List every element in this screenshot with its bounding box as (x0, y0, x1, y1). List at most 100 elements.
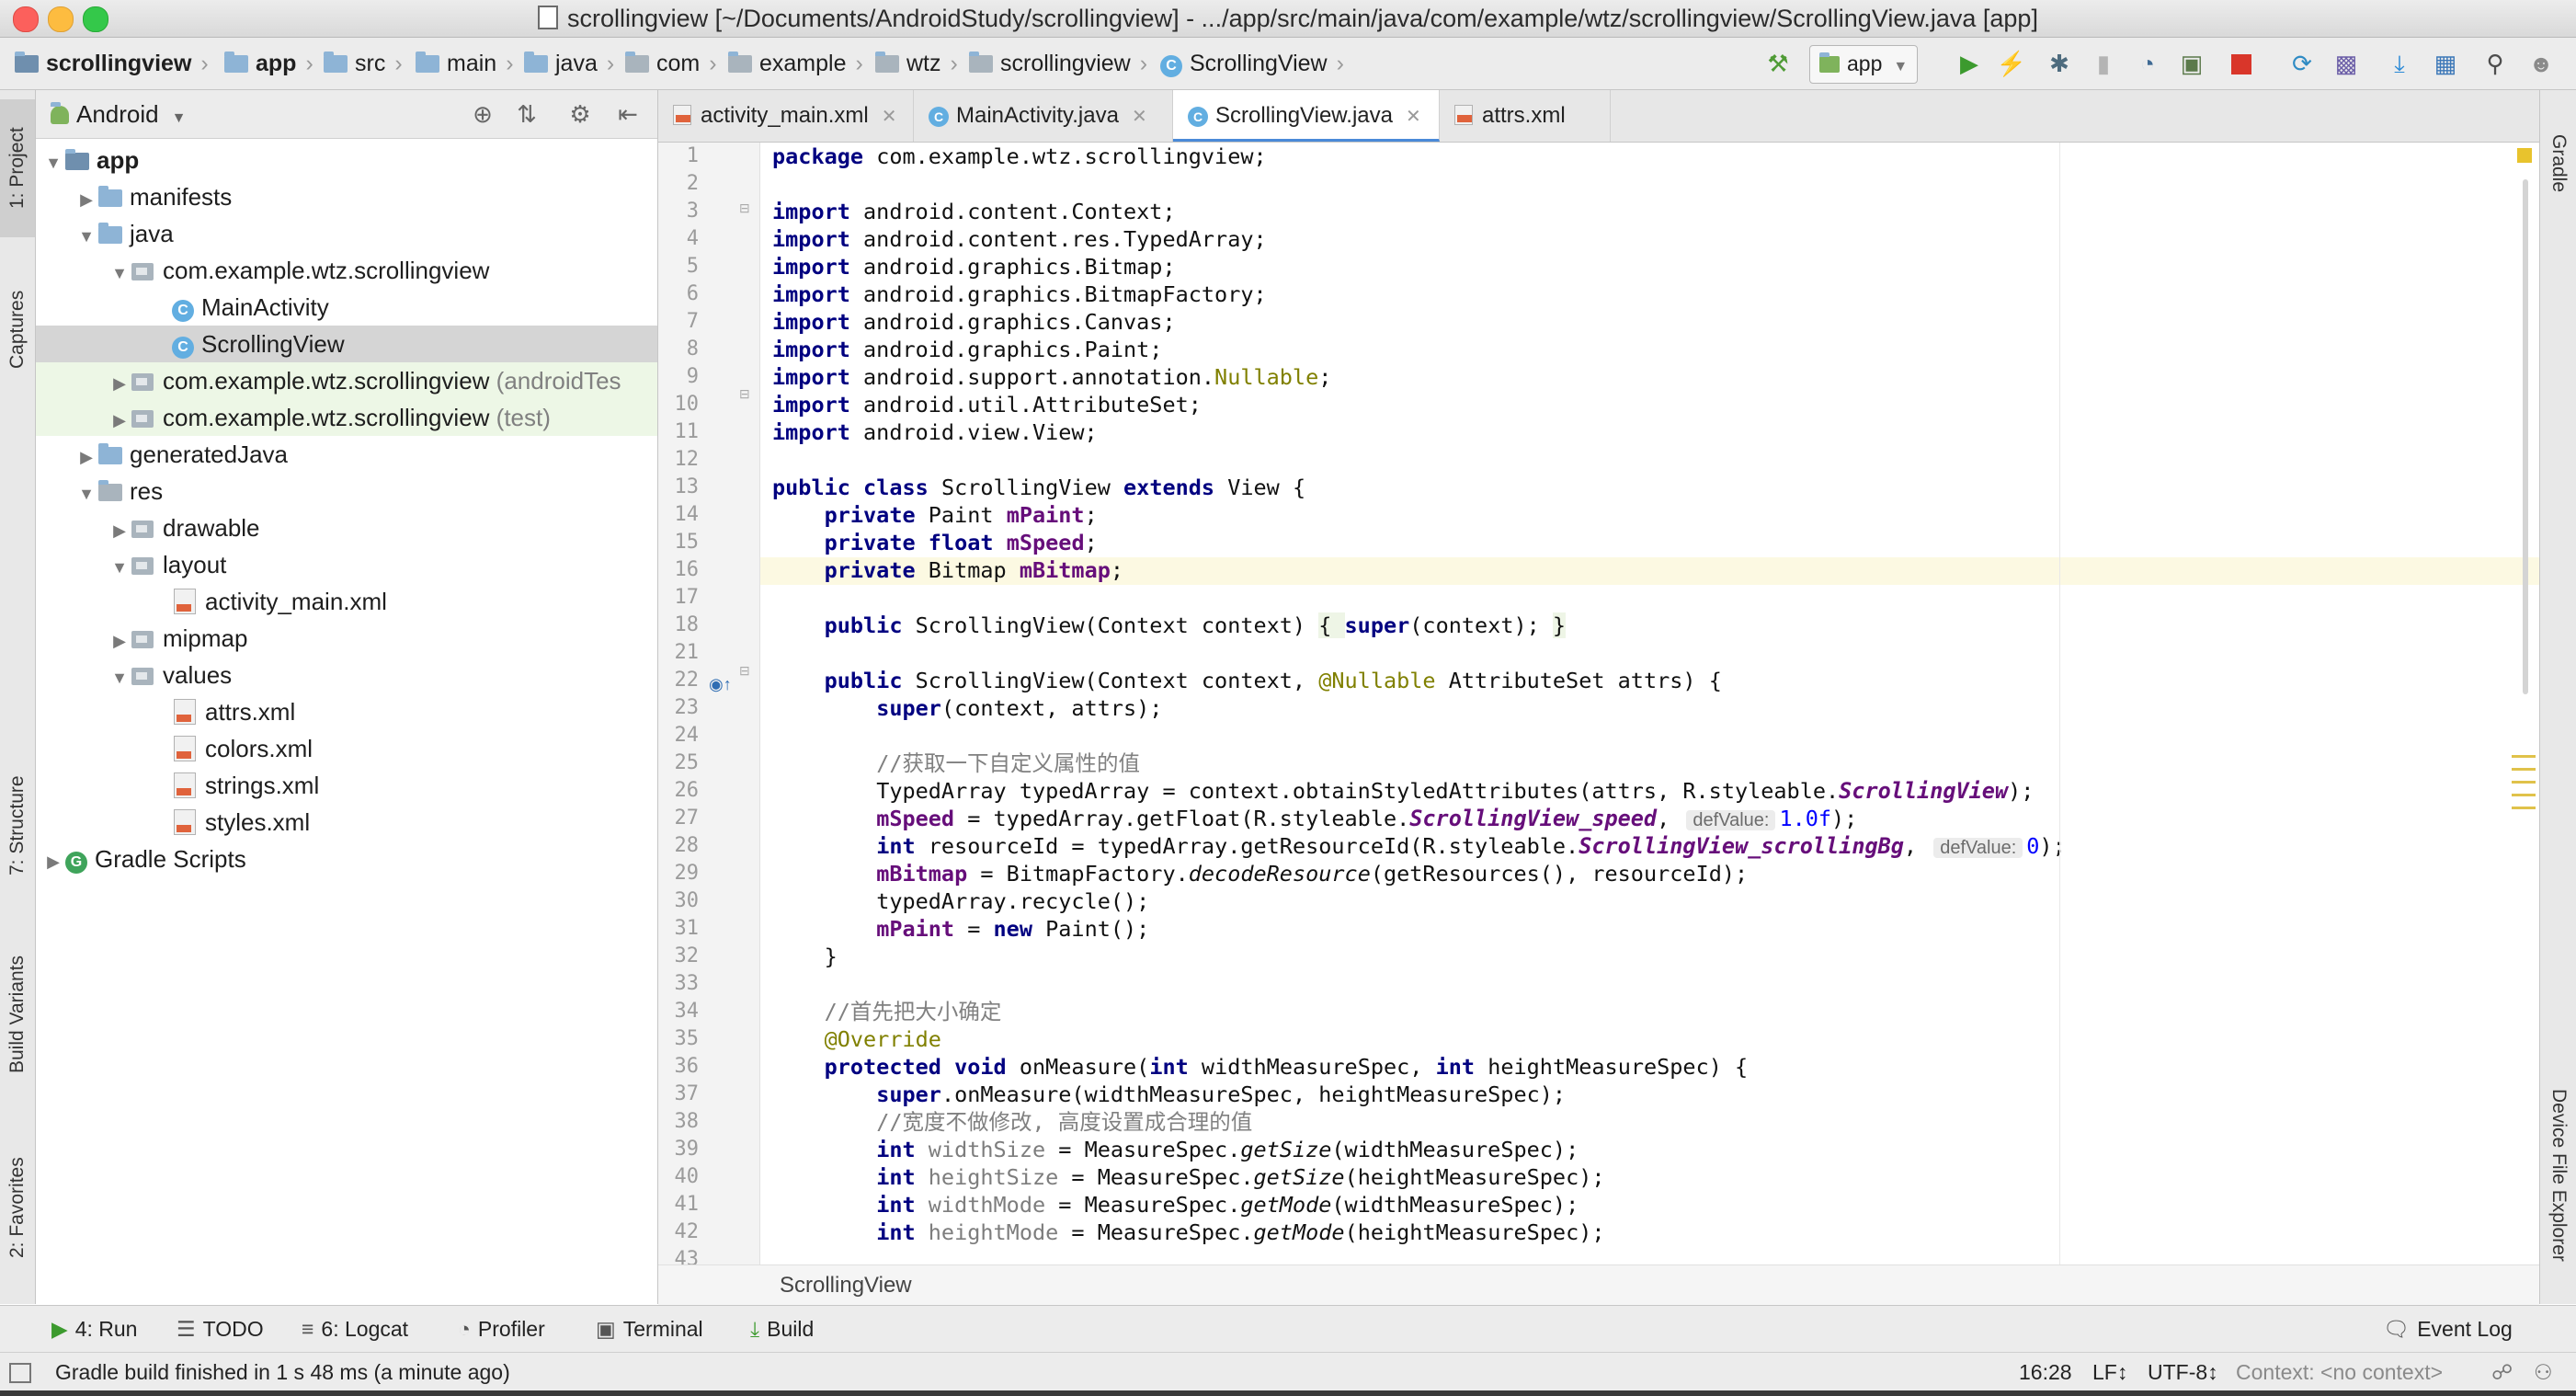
crumb-main[interactable]: main › (416, 38, 514, 89)
account-icon[interactable]: ☻ (2525, 47, 2558, 80)
expand-arrow-icon[interactable]: ▼ (74, 218, 98, 255)
tab-gradle[interactable]: Gradle (2540, 109, 2576, 219)
tree-node-mainactivity[interactable]: C MainActivity (36, 289, 657, 326)
avd-manager-icon[interactable]: ▩ (2330, 47, 2363, 80)
inspection-status-icon[interactable] (2517, 148, 2532, 163)
line-separator[interactable]: LF↕ (2092, 1353, 2127, 1391)
tree-node-layout[interactable]: ▼ layout (36, 546, 657, 583)
tree-node-gradle-scripts[interactable]: ▶ G Gradle Scripts (36, 841, 657, 877)
expand-arrow-icon[interactable]: ▼ (41, 144, 65, 181)
tool-build[interactable]: ⤓ Build (750, 1306, 814, 1352)
expand-arrow-icon[interactable]: ▶ (108, 365, 131, 402)
status-message[interactable]: Gradle build finished in 1 s 48 ms (a mi… (55, 1353, 510, 1391)
inspector-icon[interactable]: ⚇ (2534, 1353, 2553, 1391)
gear-icon[interactable]: ⚙ (564, 97, 597, 131)
run-config-select[interactable]: app ▼ (1809, 45, 1919, 84)
fold-icon[interactable]: ⊟ (739, 386, 750, 402)
expand-arrow-icon[interactable]: ▼ (74, 475, 98, 512)
tree-node-manifests[interactable]: ▶ manifests (36, 178, 657, 215)
crumb-com[interactable]: com › (625, 38, 717, 89)
tab-favorites[interactable]: 2: Favorites (0, 1129, 35, 1286)
fold-icon[interactable]: ⊟ (739, 663, 750, 679)
tool-event-log[interactable]: 🗨 Event Log (2383, 1306, 2513, 1352)
close-icon[interactable]: ✕ (1132, 107, 1147, 127)
expand-arrow-icon[interactable]: ▶ (108, 402, 131, 439)
tree-node-scrollingview[interactable]: C ScrollingView (36, 326, 657, 362)
scroll-from-source-icon[interactable]: ⊕ (466, 97, 499, 131)
editor-scrollbar[interactable] (2506, 143, 2539, 1264)
tab-captures[interactable]: Captures (0, 265, 35, 394)
attach-icon[interactable]: ▣ (2175, 47, 2208, 80)
tab-device-file-explorer[interactable]: Device File Explorer (2540, 1065, 2576, 1286)
tab-activity-main-xml[interactable]: activity_main.xml ✕ (658, 90, 914, 142)
tab-attrs-xml[interactable]: attrs.xml (1440, 90, 1611, 142)
build-hammer-icon[interactable]: ⚒ (1761, 47, 1795, 80)
project-view-selector[interactable]: Android ▼ (51, 96, 326, 132)
close-icon[interactable]: ✕ (882, 107, 897, 127)
tree-node-java[interactable]: ▼ java (36, 215, 657, 252)
tab-project[interactable]: 1: Project (0, 99, 35, 237)
expand-arrow-icon[interactable]: ▶ (74, 181, 98, 218)
tree-node-strings-xml[interactable]: strings.xml (36, 767, 657, 804)
expand-arrow-icon[interactable]: ▼ (108, 659, 131, 696)
tree-node-res[interactable]: ▼ res (36, 473, 657, 509)
warning-marker[interactable] (2512, 781, 2536, 784)
tool-terminal[interactable]: ▣ Terminal (596, 1306, 703, 1352)
attach-debugger-icon[interactable]: ▮ (2087, 47, 2120, 80)
expand-arrow-icon[interactable]: ▶ (108, 623, 131, 659)
tree-node-mipmap[interactable]: ▶ mipmap (36, 620, 657, 657)
warning-marker[interactable] (2512, 794, 2536, 796)
expand-arrow-icon[interactable]: ▶ (108, 512, 131, 549)
tree-node-drawable[interactable]: ▶ drawable (36, 509, 657, 546)
warning-marker[interactable] (2512, 768, 2536, 771)
tree-node-app[interactable]: ▼ app (36, 142, 657, 178)
tab-mainactivity-java[interactable]: C MainActivity.java ✕ (914, 90, 1173, 142)
warning-marker[interactable] (2512, 755, 2536, 758)
apply-changes-icon[interactable]: ⚡ (1995, 47, 2028, 80)
toggle-tool-windows-icon[interactable] (9, 1363, 31, 1383)
tree-node-package-test[interactable]: ▶ com.example.wtz.scrollingview (test) (36, 399, 657, 436)
crumb-example[interactable]: example › (728, 38, 863, 89)
expand-arrow-icon[interactable]: ▼ (108, 255, 131, 292)
crumb-scrollingview-package[interactable]: scrollingview › (969, 38, 1147, 89)
context-indicator[interactable]: Context: <no context> (2236, 1353, 2443, 1391)
tab-build-variants[interactable]: Build Variants (0, 927, 35, 1102)
tree-node-activity-main-xml[interactable]: activity_main.xml (36, 583, 657, 620)
profile-icon[interactable]: ◔ (2131, 47, 2164, 80)
tree-node-values[interactable]: ▼ values (36, 657, 657, 693)
crumb-project[interactable]: scrollingview › (15, 38, 209, 89)
tool-profiler[interactable]: ◔ Profiler (458, 1306, 545, 1352)
tree-node-package-main[interactable]: ▼ com.example.wtz.scrollingview (36, 252, 657, 289)
collapse-all-icon[interactable]: ⇅ (510, 97, 543, 131)
sync-gradle-icon[interactable]: ⟳ (2285, 47, 2319, 80)
crumb-java[interactable]: java › (524, 38, 614, 89)
tree-node-styles-xml[interactable]: styles.xml (36, 804, 657, 841)
crumb-wtz[interactable]: wtz › (875, 38, 958, 89)
fold-icon[interactable]: ⊟ (739, 200, 750, 216)
override-marker-icon[interactable]: ◉↑ (709, 675, 732, 694)
tool-todo[interactable]: ☰ TODO (177, 1306, 264, 1352)
close-icon[interactable]: ✕ (1406, 107, 1421, 127)
lock-icon[interactable]: ☍ (2491, 1353, 2513, 1391)
crumb-scrollingview-class[interactable]: C ScrollingView › (1160, 38, 1344, 89)
expand-arrow-icon[interactable]: ▶ (74, 439, 98, 475)
warning-marker[interactable] (2512, 807, 2536, 809)
tree-node-generatedjava[interactable]: ▶ generatedJava (36, 436, 657, 473)
tree-node-colors-xml[interactable]: colors.xml (36, 730, 657, 767)
caret-position[interactable]: 16:28 (2019, 1353, 2072, 1391)
tab-scrollingview-java[interactable]: C ScrollingView.java ✕ (1173, 90, 1440, 142)
project-structure-icon[interactable]: ▦ (2429, 47, 2462, 80)
tree-node-attrs-xml[interactable]: attrs.xml (36, 693, 657, 730)
stop-icon[interactable] (2225, 47, 2258, 80)
search-icon[interactable]: ⚲ (2479, 47, 2512, 80)
expand-arrow-icon[interactable]: ▶ (41, 843, 65, 880)
debug-icon[interactable]: ✱ (2043, 47, 2076, 80)
hide-panel-icon[interactable]: ⇤ (611, 97, 644, 131)
code-area[interactable]: package com.example.wtz.scrollingview; i… (772, 143, 2482, 1264)
tab-structure[interactable]: 7: Structure (0, 752, 35, 899)
file-encoding[interactable]: UTF-8↕ (2148, 1353, 2218, 1391)
tool-run[interactable]: ▶ 4: Run (51, 1306, 137, 1352)
breadcrumb-class[interactable]: ScrollingView (780, 1273, 912, 1298)
tool-logcat[interactable]: ≡ 6: Logcat (302, 1306, 408, 1352)
tree-node-package-androidtest[interactable]: ▶ com.example.wtz.scrollingview (androidT… (36, 362, 657, 399)
